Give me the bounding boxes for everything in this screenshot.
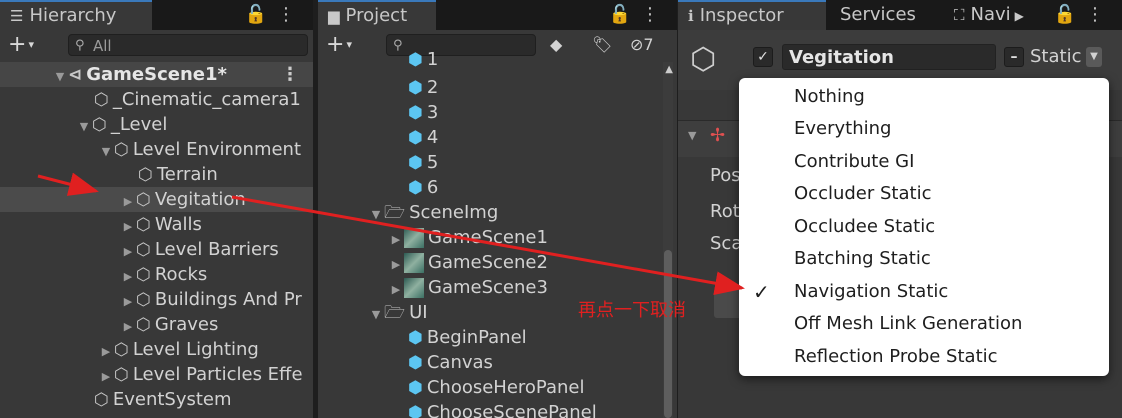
- annotation-label: 再点一下取消: [578, 300, 686, 321]
- annotation-arrows: [37, 172, 745, 296]
- arrow-to-vegitation: [37, 172, 99, 196]
- arrow-to-navigation-static: [231, 195, 745, 296]
